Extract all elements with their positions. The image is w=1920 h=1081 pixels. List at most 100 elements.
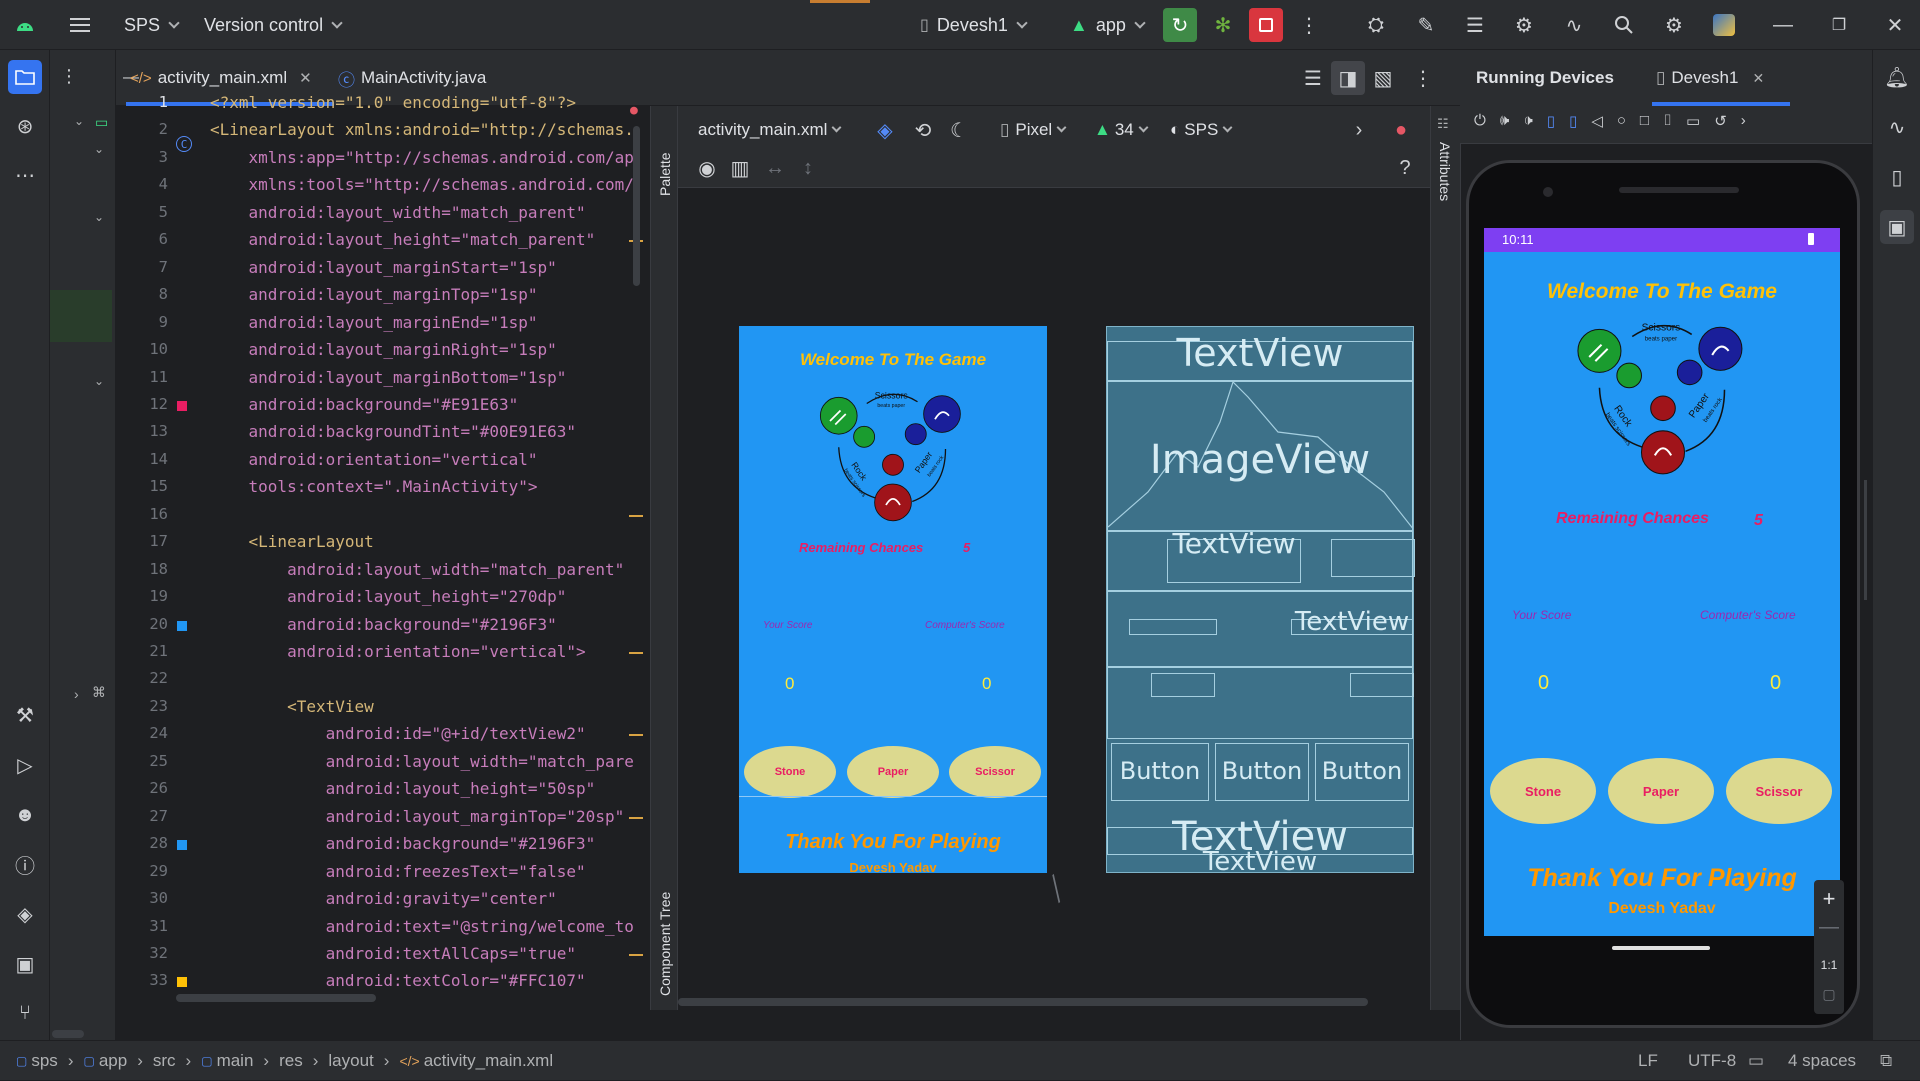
volume-down-icon[interactable]: 🕩 <box>1523 112 1532 130</box>
split-view-icon[interactable]: ◨ <box>1331 61 1365 95</box>
error-badge-icon[interactable]: ● <box>1384 113 1418 147</box>
profiler-icon[interactable]: ∿ <box>1557 8 1591 42</box>
device-explorer-icon[interactable]: ▯ <box>1880 160 1914 194</box>
code-line[interactable]: android:layout_marginTop="1sp" <box>210 285 538 304</box>
breadcrumb-item[interactable]: res <box>279 1051 303 1071</box>
color-swatch[interactable] <box>177 977 187 988</box>
warning-marker[interactable] <box>629 652 643 654</box>
code-line[interactable]: android:layout_marginBottom="1sp" <box>210 368 567 387</box>
blueprint-computer-score[interactable] <box>1350 673 1414 697</box>
warning-marker[interactable] <box>629 816 643 819</box>
minimize-icon[interactable]: — <box>1766 8 1800 42</box>
editor-vertical-scrollbar[interactable] <box>633 126 640 286</box>
paper-button[interactable]: Paper <box>847 746 939 798</box>
run-config-selector[interactable]: ▲ app <box>1070 0 1146 50</box>
code-line[interactable]: tools:context=".MainActivity"> <box>210 477 538 496</box>
code-line[interactable]: android:background="#2196F3" <box>210 834 596 853</box>
run-tool-icon[interactable]: ▷ <box>8 748 42 782</box>
vertical-resize-icon[interactable]: ↕ <box>791 151 825 185</box>
breadcrumb-item[interactable]: src <box>153 1051 176 1071</box>
gemini-icon[interactable]: ✎ <box>1409 8 1443 42</box>
rotate-right-icon[interactable]: ▯ <box>1569 112 1577 130</box>
tab-options-icon[interactable]: ⋮ <box>1406 61 1440 95</box>
device-preview-selector[interactable]: ▯ Pixel <box>1000 106 1067 154</box>
design-surface-icon[interactable]: ◈ <box>868 113 902 147</box>
vcs-lock-icon[interactable]: ⧉ <box>1880 1041 1892 1081</box>
scissor-button[interactable]: Scissor <box>949 746 1041 798</box>
blueprint-your-score[interactable] <box>1151 673 1215 697</box>
code-line[interactable]: android:layout_marginStart="1sp" <box>210 258 557 277</box>
power-icon[interactable]: ⏻ <box>1474 112 1486 130</box>
stone-button[interactable]: Stone <box>744 746 836 798</box>
code-line[interactable]: android:layout_height="270dp" <box>210 587 566 606</box>
chevron-down-icon[interactable]: ⌄ <box>94 374 104 388</box>
component-tree-tab[interactable]: Component Tree <box>655 846 675 996</box>
code-line[interactable]: android:layout_width="match_parent" <box>210 203 586 222</box>
design-preview-screen[interactable]: Welcome To The Game Scissors beats paper… <box>739 326 1047 873</box>
code-line[interactable]: <TextView <box>210 697 374 716</box>
color-swatch[interactable] <box>177 620 187 631</box>
editor-horizontal-scrollbar[interactable] <box>176 994 376 1002</box>
code-line[interactable]: android:text="@string/welcome_to <box>210 917 634 936</box>
code-line[interactable]: android:layout_marginTop="20sp" <box>210 807 625 826</box>
color-swatch[interactable] <box>177 840 187 851</box>
chevron-down-icon[interactable]: ⌄ <box>94 210 104 224</box>
code-line[interactable]: android:layout_height="match_parent" <box>210 230 596 249</box>
more-tools-icon[interactable]: ⋯ <box>8 158 42 192</box>
zoom-out-icon[interactable]: — <box>1814 916 1844 939</box>
code-line[interactable]: android:layout_height="50sp" <box>210 779 596 798</box>
warning-marker[interactable] <box>629 953 643 956</box>
blueprint-preview[interactable]: TextView ImageView TextView TextView But… <box>1106 326 1415 875</box>
close-tab-icon[interactable]: ✕ <box>1752 70 1764 87</box>
code-line[interactable]: xmlns:tools="http://schemas.android.com/ <box>210 175 634 194</box>
line-separator[interactable]: LF <box>1638 1041 1658 1081</box>
code-line[interactable]: <LinearLayout <box>210 532 374 551</box>
code-line[interactable]: android:background="#E91E63" <box>210 395 519 414</box>
vcs-selector[interactable]: Version control <box>204 0 343 50</box>
code-line[interactable]: android:backgroundTint="#00E91E63" <box>210 422 577 441</box>
breadcrumb-item[interactable]: activity_main.xml <box>424 1051 553 1071</box>
debug-icon[interactable]: ✻ <box>1206 8 1240 42</box>
emulator-app-screen[interactable]: Welcome To The Game Scissors beats paper… <box>1484 252 1840 936</box>
warning-marker[interactable] <box>629 734 643 737</box>
blueprint-remaining-value[interactable] <box>1331 539 1415 577</box>
blueprint-toggle-icon[interactable]: ▥ <box>723 151 757 185</box>
device-selector[interactable]: ▯ Devesh1 <box>920 0 1028 50</box>
zoom-fit-icon[interactable]: ▢ <box>1814 986 1844 1003</box>
logcat-icon[interactable]: ☻ <box>8 798 42 832</box>
attributes-tab[interactable]: Attributes <box>1437 142 1453 201</box>
class-gutter-icon[interactable]: C <box>176 136 192 152</box>
code-line[interactable]: xmlns:app="http://schemas.android.com/ap <box>210 148 634 167</box>
code-line[interactable]: android:orientation="vertical" <box>210 450 538 469</box>
color-swatch[interactable] <box>177 400 187 411</box>
code-line[interactable]: android:textAllCaps="true" <box>210 944 576 963</box>
chevron-down-icon[interactable]: ⌄ <box>94 142 104 156</box>
project-folder-icon[interactable] <box>8 60 42 94</box>
code-view-icon[interactable]: ☰ <box>1296 61 1330 95</box>
sdk-manager-icon[interactable]: ⚙ <box>1507 8 1541 42</box>
indent-setting[interactable]: 4 spaces <box>1788 1041 1856 1081</box>
problems-icon[interactable]: ⓘ <box>8 847 42 881</box>
code-line[interactable]: android:layout_marginEnd="1sp" <box>210 313 538 332</box>
stone-button[interactable]: Stone <box>1490 758 1596 824</box>
code-line[interactable]: android:gravity="center" <box>210 889 557 908</box>
read-only-icon[interactable]: ▭ <box>1748 1041 1764 1081</box>
stop-icon[interactable] <box>1249 8 1283 42</box>
screenshot-icon[interactable]: ⌷ <box>1663 112 1672 130</box>
settings-gear-icon[interactable]: ⚙ <box>1657 8 1691 42</box>
warning-marker[interactable] <box>629 514 643 517</box>
zoom-in-icon[interactable]: + <box>1814 886 1844 912</box>
design-view-icon[interactable]: ▧ <box>1366 61 1400 95</box>
resource-manager-icon[interactable]: ⊛ <box>8 109 42 143</box>
build-hammer-icon[interactable]: ⚒ <box>8 698 42 732</box>
rps-cycle-image[interactable]: Scissors beats paper Rock beats scissors… <box>813 386 973 526</box>
code-line[interactable]: android:layout_width="match_pare <box>210 752 634 771</box>
running-devices-icon[interactable]: ▣ <box>1880 210 1914 244</box>
build-variants-icon[interactable]: ☰ <box>1458 8 1492 42</box>
project-options-icon[interactable]: ⋮ <box>60 66 78 87</box>
rotate-left-icon[interactable]: ▯ <box>1547 112 1555 130</box>
notifications-icon[interactable]: 🔔︎ <box>1880 60 1914 94</box>
orientation-icon[interactable]: ⟲ <box>906 113 940 147</box>
project-selector[interactable]: SPS <box>124 0 180 50</box>
app-quality-icon[interactable]: ◈ <box>8 897 42 931</box>
